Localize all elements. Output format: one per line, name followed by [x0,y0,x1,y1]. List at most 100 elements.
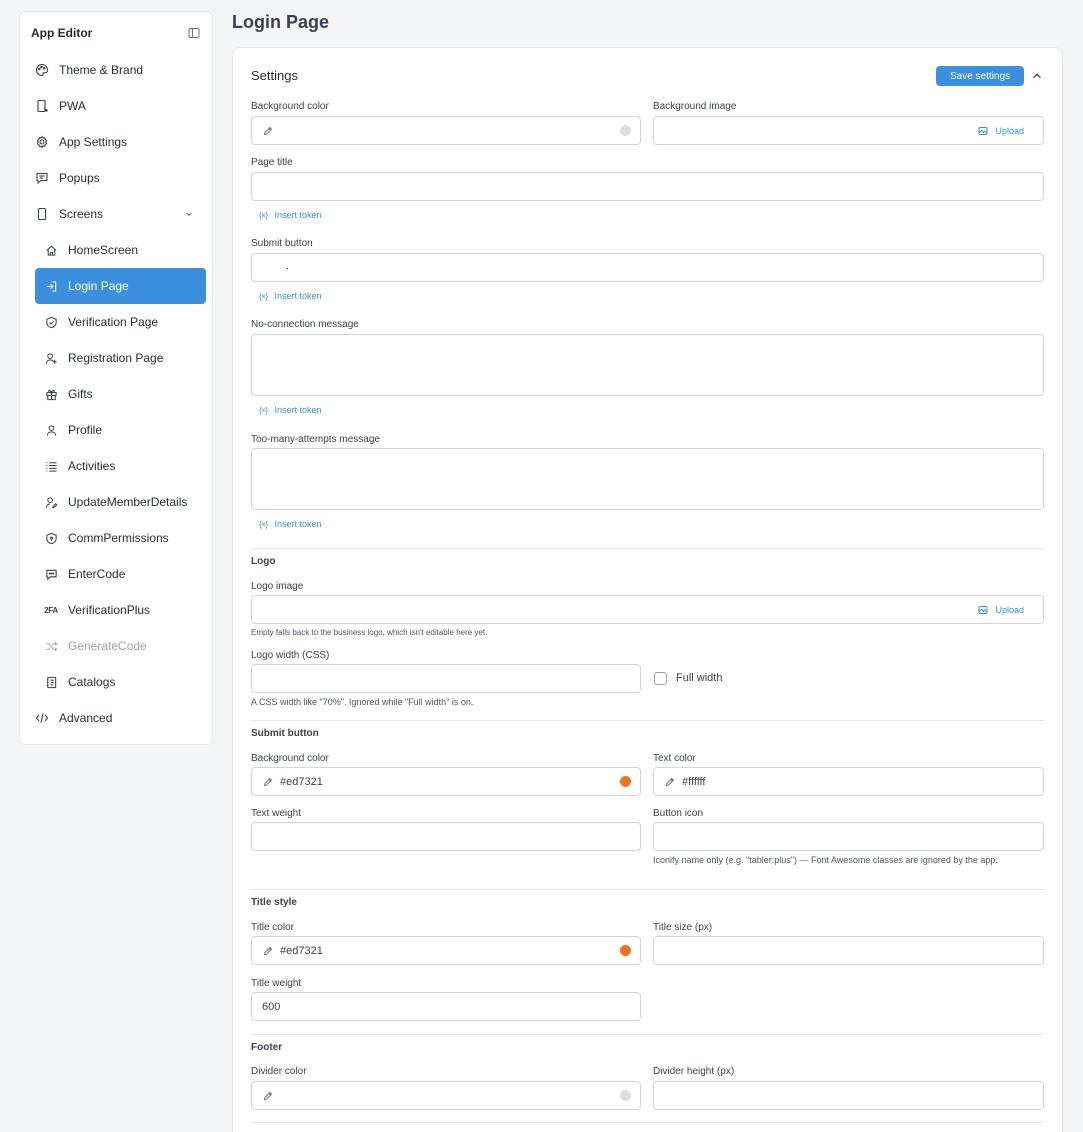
braces-icon: {×} [259,519,268,529]
submit-text-weight-input[interactable] [251,822,641,851]
submit-bg-color-label: Background color [251,753,329,764]
title-color-swatch[interactable] [620,945,631,956]
divider [251,889,1044,890]
logo-image-label: Logo image [251,581,304,592]
sidebar-item-commpermissions[interactable]: CommPermissions [20,520,212,556]
submit-text-color-input[interactable]: #ffffff [653,767,1044,796]
submit-bg-color-swatch[interactable] [620,776,631,787]
full-width-label: Full width [676,672,723,684]
sidebar-item-catalogs[interactable]: Catalogs [20,664,212,700]
sidebar-item-label: VerificationPlus [68,603,151,617]
sidebar-item-label: Activities [68,459,116,473]
sidebar-item-login-page[interactable]: Login Page [35,268,206,304]
image-upload-icon [978,606,988,614]
no-connection-textarea[interactable] [251,334,1044,396]
sidebar-item-entercode[interactable]: EnterCode [20,556,212,592]
insert-token-label: Insert token [274,405,322,415]
title-color-value: #ed7321 [280,945,323,957]
catalog-icon [44,675,58,689]
message-icon [35,171,49,185]
background-image-input[interactable]: Upload [653,116,1044,145]
sidebar-collapse-icon[interactable] [188,27,200,39]
sidebar-item-label: Registration Page [68,351,164,365]
sidebar-item-advanced[interactable]: Advanced [20,700,212,736]
settings-card: Settings Save settings Background color … [232,47,1063,1132]
background-color-swatch[interactable] [620,125,631,136]
submit-button-input[interactable]: . [251,253,1044,282]
logo-width-label: Logo width (CSS) [251,650,330,661]
sidebar-item-label: Theme & Brand [59,63,144,77]
sidebar-item-homescreen[interactable]: HomeScreen [20,232,212,268]
device-arrow-icon [35,99,49,113]
submit-bg-color-input[interactable]: #ed7321 [251,767,641,796]
sidebar-item-popups[interactable]: Popups [20,160,212,196]
sidebar-item-screens[interactable]: Screens [20,196,212,232]
title-weight-input[interactable]: 600 [251,992,641,1021]
submit-text-weight-label: Text weight [251,808,302,819]
sidebar-item-updatememberdetails[interactable]: UpdateMemberDetails [20,484,212,520]
logo-image-upload-button[interactable]: Upload [978,605,1024,615]
page-title-input[interactable] [251,172,1044,201]
save-settings-button[interactable]: Save settings [936,66,1024,86]
logo-width-input[interactable] [251,664,641,693]
sidebar-item-label: Verification Page [68,315,159,329]
user-plus-icon [44,351,58,365]
logo-section-title: Logo [251,556,276,567]
chevron-down-icon[interactable] [185,210,193,218]
submit-text-color-value: #ffffff [682,776,706,788]
sidebar-item-activities[interactable]: Activities [20,448,212,484]
divider-color-swatch[interactable] [620,1090,631,1101]
too-many-attempts-insert-token[interactable]: {×} Insert token [259,519,322,529]
background-image-upload-button[interactable]: Upload [978,126,1024,136]
sidebar-item-generatecode[interactable]: GenerateCode [20,628,212,664]
sidebar-item-label: UpdateMemberDetails [68,495,188,509]
image-upload-icon [978,127,988,135]
sidebar-item-label: Popups [59,171,100,185]
page-title-insert-token[interactable]: {×} Insert token [259,210,322,220]
sidebar-item-theme-brand[interactable]: Theme & Brand [20,52,212,88]
logo-image-hint: Empty falls back to the business logo, w… [251,628,488,637]
sidebar: App Editor Theme & Brand PWA App Setting… [19,11,213,745]
page-title-label: Page title [251,157,293,168]
sidebar-item-verification-page[interactable]: Verification Page [20,304,212,340]
sidebar-item-profile[interactable]: Profile [20,412,212,448]
divider-color-label: Divider color [251,1066,307,1077]
sidebar-title: App Editor [31,26,93,40]
sidebar-header: App Editor [31,23,200,43]
submit-button-insert-token[interactable]: {×} Insert token [259,291,322,301]
2fa-icon: 2FA [44,605,58,615]
no-connection-insert-token[interactable]: {×} Insert token [259,405,322,415]
user-icon [44,423,58,437]
braces-icon: {×} [259,210,268,220]
divider-color-input[interactable] [251,1081,641,1110]
sidebar-item-label: HomeScreen [68,243,139,257]
sidebar-item-app-settings[interactable]: App Settings [20,124,212,160]
title-color-input[interactable]: #ed7321 [251,936,641,965]
code-icon [35,711,49,725]
sidebar-item-verificationplus[interactable]: 2FA VerificationPlus [20,592,212,628]
divider-height-input[interactable] [653,1081,1044,1110]
chevron-up-icon[interactable] [1032,71,1042,81]
sidebar-item-gifts[interactable]: Gifts [20,376,212,412]
background-color-input[interactable] [251,116,641,145]
insert-token-label: Insert token [274,519,322,529]
title-color-label: Title color [251,922,294,933]
logo-width-hint: A CSS width like "70%". Ignored while "F… [251,697,474,707]
title-weight-value: 600 [262,1001,281,1013]
button-icon-input[interactable] [653,822,1044,851]
message-dots-icon [44,567,58,581]
login-icon [44,279,58,293]
too-many-attempts-textarea[interactable] [251,448,1044,510]
sidebar-item-label: Screens [59,207,104,221]
background-color-label: Background color [251,101,329,112]
sidebar-item-label: PWA [59,99,86,113]
sidebar-item-label: Login Page [68,279,129,293]
full-width-checkbox[interactable] [654,672,667,685]
title-size-input[interactable] [653,936,1044,965]
submit-button-value: . [286,260,290,272]
sidebar-item-registration-page[interactable]: Registration Page [20,340,212,376]
logo-image-input[interactable]: Upload [251,595,1044,624]
sidebar-item-pwa[interactable]: PWA [20,88,212,124]
title-weight-label: Title weight [251,978,302,989]
pencil-icon [263,126,273,136]
